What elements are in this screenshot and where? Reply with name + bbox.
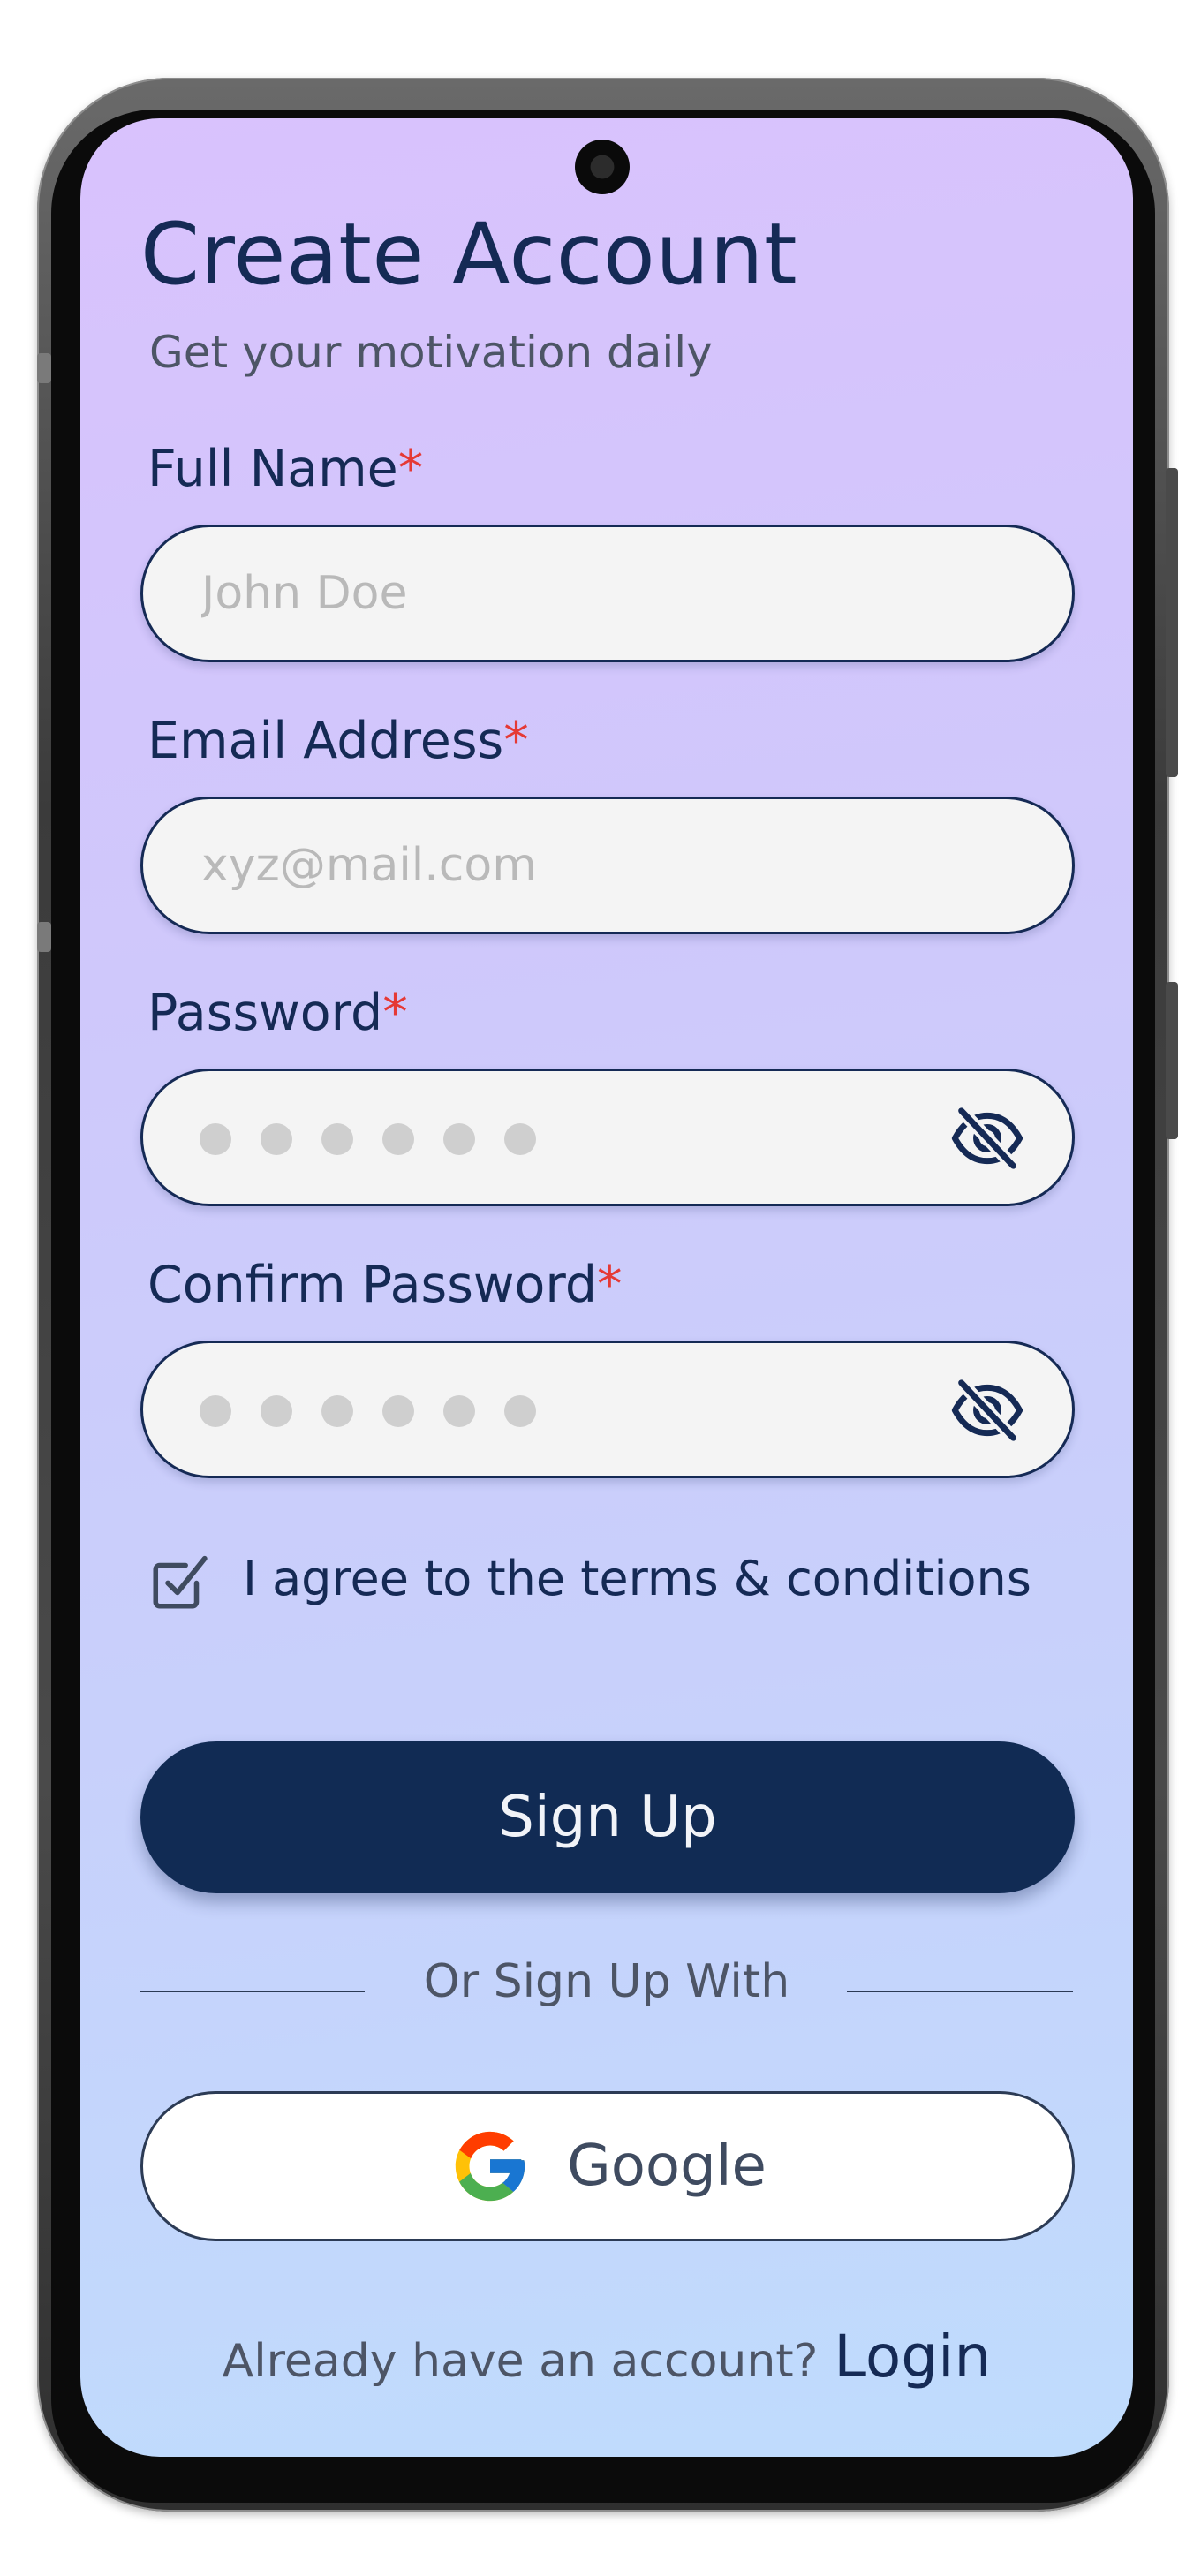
email-label: Email Address* [147,712,529,770]
email-field[interactable] [140,797,1075,934]
confirm-password-masked-value [200,1395,536,1427]
google-signup-button[interactable]: Google [140,2091,1075,2241]
signup-screen: Create Account Get your motivation daily… [80,118,1133,2457]
page-subtitle: Get your motivation daily [149,327,713,378]
required-marker: * [597,1256,623,1314]
login-prompt-row: Already have an account? Login [80,2323,1133,2391]
full-name-field[interactable] [140,525,1075,662]
required-marker: * [503,712,529,770]
login-link[interactable]: Login [834,2323,991,2391]
sign-up-button[interactable]: Sign Up [140,1741,1075,1893]
google-logo-icon [455,2131,525,2202]
volume-button [1166,982,1178,1139]
mask-dot [261,1395,292,1427]
mask-dot [504,1395,536,1427]
confirm-password-field[interactable] [140,1341,1075,1478]
mask-dot [382,1123,414,1155]
password-field[interactable] [140,1069,1075,1206]
mask-dot [200,1123,231,1155]
terms-label[interactable]: I agree to the terms & conditions [243,1551,1031,1606]
password-label: Password* [147,984,408,1042]
side-notch-top [37,353,51,383]
power-button [1166,468,1178,777]
full-name-label: Full Name* [147,440,423,498]
mask-dot [443,1123,475,1155]
required-marker: * [382,984,408,1042]
divider-line-right [847,1991,1073,1992]
login-prompt-text: Already have an account? [222,2335,819,2388]
page-title: Create Account [140,205,798,304]
mask-dot [382,1395,414,1427]
mask-dot [321,1123,353,1155]
password-label-text: Password [147,984,383,1042]
google-button-label: Google [567,2134,767,2199]
password-masked-value [200,1123,536,1155]
mask-dot [261,1123,292,1155]
divider-text: Or Sign Up With [423,1955,790,2008]
mask-dot [321,1395,353,1427]
mask-dot [504,1123,536,1155]
email-input[interactable] [200,799,977,932]
confirm-password-label: Confirm Password* [147,1256,623,1314]
required-marker: * [397,440,424,498]
terms-checkbox-checked-icon[interactable] [147,1549,213,1614]
mask-dot [200,1395,231,1427]
email-label-text: Email Address [147,712,504,770]
front-camera-icon [575,140,630,194]
full-name-label-text: Full Name [147,440,398,498]
mask-dot [443,1395,475,1427]
full-name-input[interactable] [200,527,977,660]
side-notch-bottom [37,922,51,952]
confirm-password-label-text: Confirm Password [147,1256,598,1314]
eye-off-icon[interactable] [948,1371,1026,1449]
eye-off-icon[interactable] [948,1099,1026,1177]
